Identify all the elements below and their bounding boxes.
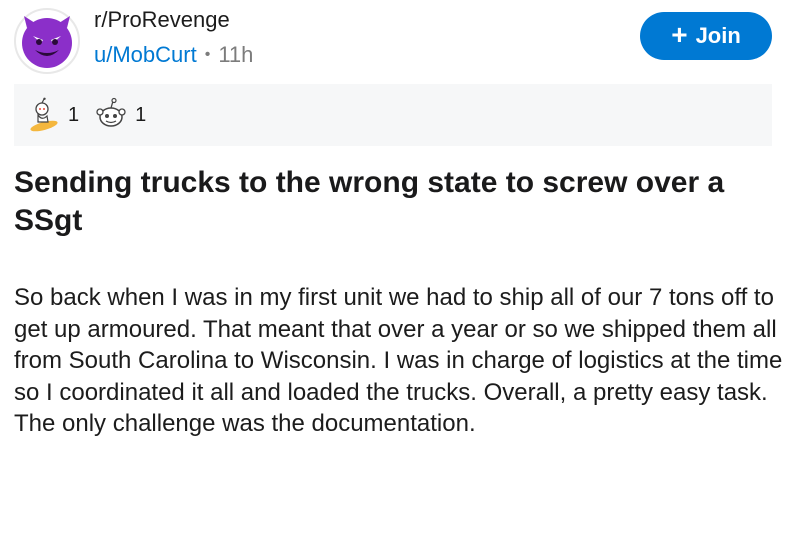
subreddit-avatar[interactable] (14, 8, 80, 74)
author-line: u/MobCurt • 11h (94, 40, 253, 70)
author-username[interactable]: u/MobCurt (94, 40, 197, 70)
join-button[interactable]: + Join (640, 12, 772, 60)
devil-face-icon (22, 16, 72, 68)
plus-icon: + (671, 19, 688, 50)
surfing-snoo-award-icon (30, 97, 58, 132)
award-item[interactable]: 1 (26, 97, 79, 133)
awards-bar: 1 1 (14, 84, 772, 146)
award-item[interactable]: 1 (93, 97, 146, 133)
award-count: 1 (135, 103, 147, 126)
post-title[interactable]: Sending trucks to the wrong state to scr… (14, 164, 784, 240)
meta-separator: • (204, 46, 211, 63)
join-label: Join (695, 23, 741, 48)
post-timestamp: 11h (218, 42, 254, 67)
post-header: r/ProRevenge u/MobCurt • 11h + Join (0, 0, 800, 80)
post-body: So back when I was in my first unit we h… (14, 284, 783, 437)
subreddit-name[interactable]: r/ProRevenge (94, 6, 253, 34)
award-count: 1 (68, 103, 80, 126)
snoo-face-award-icon (96, 97, 126, 127)
post-meta: r/ProRevenge u/MobCurt • 11h (94, 6, 253, 70)
